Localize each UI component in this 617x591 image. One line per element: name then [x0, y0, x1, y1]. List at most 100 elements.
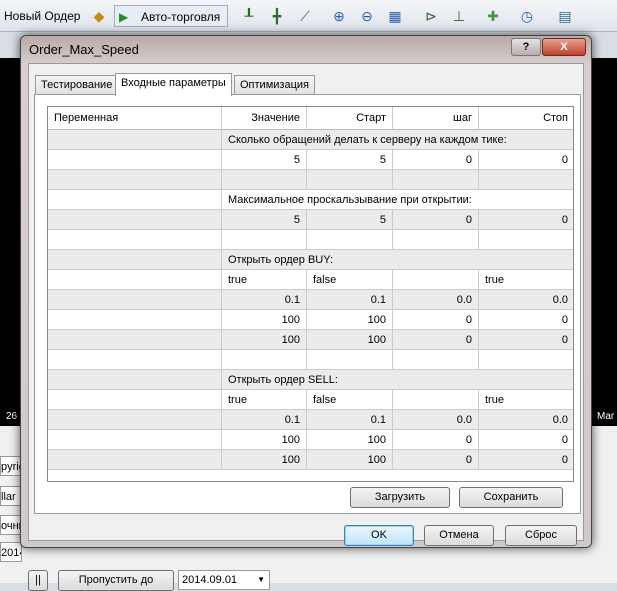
table-row[interactable]: 100 100 0 0	[48, 430, 573, 450]
step-cell[interactable]: 0	[393, 430, 479, 450]
variable-cell[interactable]	[48, 370, 222, 390]
start-cell[interactable]: false	[307, 270, 393, 290]
header-value[interactable]: Значение	[222, 107, 307, 130]
table-row[interactable]: Открыть ордер SELL:	[48, 370, 573, 390]
autoscroll-icon[interactable]: ⊥	[450, 7, 468, 25]
value-cell[interactable]: 100	[222, 310, 307, 330]
bar-chart-icon[interactable]: ┸	[240, 7, 258, 25]
value-cell[interactable]: 5	[222, 210, 307, 230]
table-row[interactable]: 0.1 0.1 0.0 0.0	[48, 290, 573, 310]
step-cell[interactable]: 0	[393, 330, 479, 350]
variable-cell[interactable]	[48, 190, 222, 210]
variable-cell[interactable]	[48, 290, 222, 310]
help-button[interactable]: ?	[511, 38, 541, 56]
variable-cell[interactable]	[48, 350, 222, 370]
tile-windows-icon[interactable]: ▦	[386, 7, 404, 25]
tab-optimization[interactable]: Оптимизация	[234, 75, 315, 95]
table-row[interactable]: 0.1 0.1 0.0 0.0	[48, 410, 573, 430]
templates-icon[interactable]: ▤	[556, 7, 574, 25]
auto-trading-button[interactable]: ▶ Авто-торговля	[114, 5, 228, 27]
variable-cell[interactable]	[48, 210, 222, 230]
variable-cell[interactable]	[48, 330, 222, 350]
navigator-icon[interactable]: ◆	[90, 7, 108, 25]
tab-inputs[interactable]: Входные параметры	[115, 73, 232, 96]
variable-cell[interactable]	[48, 270, 222, 290]
line-chart-icon[interactable]: ⟋	[296, 7, 314, 25]
table-row[interactable]	[48, 350, 573, 370]
pause-button[interactable]: ||	[28, 570, 48, 591]
table-row[interactable]: Открыть ордер BUY:	[48, 250, 573, 270]
step-cell[interactable]	[393, 390, 479, 410]
stop-cell[interactable]: 0.0	[479, 290, 573, 310]
start-cell[interactable]: 100	[307, 330, 393, 350]
start-cell[interactable]: 100	[307, 310, 393, 330]
value-cell[interactable]: 0.1	[222, 290, 307, 310]
table-row[interactable]: 100 100 0 0	[48, 330, 573, 350]
stop-cell[interactable]: 0.0	[479, 410, 573, 430]
step-cell[interactable]: 0	[393, 310, 479, 330]
variable-cell[interactable]	[48, 230, 222, 250]
load-button[interactable]: Загрузить	[350, 487, 450, 508]
reset-button[interactable]: Сброс	[505, 525, 577, 546]
table-row[interactable]: true false true	[48, 270, 573, 290]
start-cell[interactable]: 5	[307, 210, 393, 230]
stop-cell[interactable]: 0	[479, 450, 573, 470]
value-cell[interactable]: 100	[222, 330, 307, 350]
skip-date-select[interactable]: 2014.09.01 ▼	[178, 570, 270, 590]
save-button[interactable]: Сохранить	[459, 487, 563, 508]
new-order-button[interactable]: Новый Ордер	[0, 5, 84, 27]
header-start[interactable]: Старт	[307, 107, 393, 130]
header-step[interactable]: шаг	[393, 107, 479, 130]
table-row[interactable]: Максимальное проскальзывание при открыти…	[48, 190, 573, 210]
variable-cell[interactable]	[48, 150, 222, 170]
start-cell[interactable]: 0.1	[307, 290, 393, 310]
table-row[interactable]: 5500	[48, 210, 573, 230]
value-cell[interactable]: true	[222, 270, 307, 290]
chart-shift-icon[interactable]: ⊳	[422, 7, 440, 25]
step-cell[interactable]: 0	[393, 450, 479, 470]
variable-cell[interactable]	[48, 170, 222, 190]
parameters-table[interactable]: Переменная Значение Старт шаг Стоп Сколь…	[47, 106, 574, 482]
variable-cell[interactable]	[48, 310, 222, 330]
stop-cell[interactable]: 0	[479, 310, 573, 330]
candlestick-icon[interactable]: ╋	[268, 7, 286, 25]
value-cell[interactable]: 100	[222, 450, 307, 470]
tab-testing[interactable]: Тестирование	[35, 75, 119, 95]
variable-cell[interactable]	[48, 410, 222, 430]
start-cell[interactable]: 5	[307, 150, 393, 170]
stop-cell[interactable]: 0	[479, 430, 573, 450]
table-row[interactable]	[48, 230, 573, 250]
table-row[interactable]: true false true	[48, 390, 573, 410]
table-row[interactable]: 100 100 0 0	[48, 310, 573, 330]
start-cell[interactable]: 0.1	[307, 410, 393, 430]
header-stop[interactable]: Стоп	[479, 107, 573, 130]
variable-cell[interactable]	[48, 390, 222, 410]
step-cell[interactable]: 0.0	[393, 410, 479, 430]
start-cell[interactable]: 100	[307, 450, 393, 470]
stop-cell[interactable]: true	[479, 270, 573, 290]
step-cell[interactable]: 0	[393, 210, 479, 230]
close-button[interactable]: X	[542, 38, 586, 56]
table-row[interactable]	[48, 170, 573, 190]
table-row[interactable]: Сколько обращений делать к серверу на ка…	[48, 130, 573, 150]
value-cell[interactable]: 5	[222, 150, 307, 170]
value-cell[interactable]: 0.1	[222, 410, 307, 430]
stop-cell[interactable]: 0	[479, 210, 573, 230]
variable-cell[interactable]	[48, 130, 222, 150]
start-cell[interactable]: 100	[307, 430, 393, 450]
cancel-button[interactable]: Отмена	[424, 525, 494, 546]
variable-cell[interactable]	[48, 450, 222, 470]
ok-button[interactable]: OK	[344, 525, 414, 546]
stop-cell[interactable]: 0	[479, 150, 573, 170]
variable-cell[interactable]	[48, 250, 222, 270]
stop-cell[interactable]: true	[479, 390, 573, 410]
skip-to-button[interactable]: Пропустить до	[58, 570, 174, 591]
variable-cell[interactable]	[48, 430, 222, 450]
periods-icon[interactable]: ◷	[518, 7, 536, 25]
table-row[interactable]: 5500	[48, 150, 573, 170]
start-cell[interactable]: false	[307, 390, 393, 410]
table-row[interactable]: 100 100 0 0	[48, 450, 573, 470]
step-cell[interactable]	[393, 270, 479, 290]
value-cell[interactable]: true	[222, 390, 307, 410]
indicators-icon[interactable]: ✚	[484, 7, 502, 25]
